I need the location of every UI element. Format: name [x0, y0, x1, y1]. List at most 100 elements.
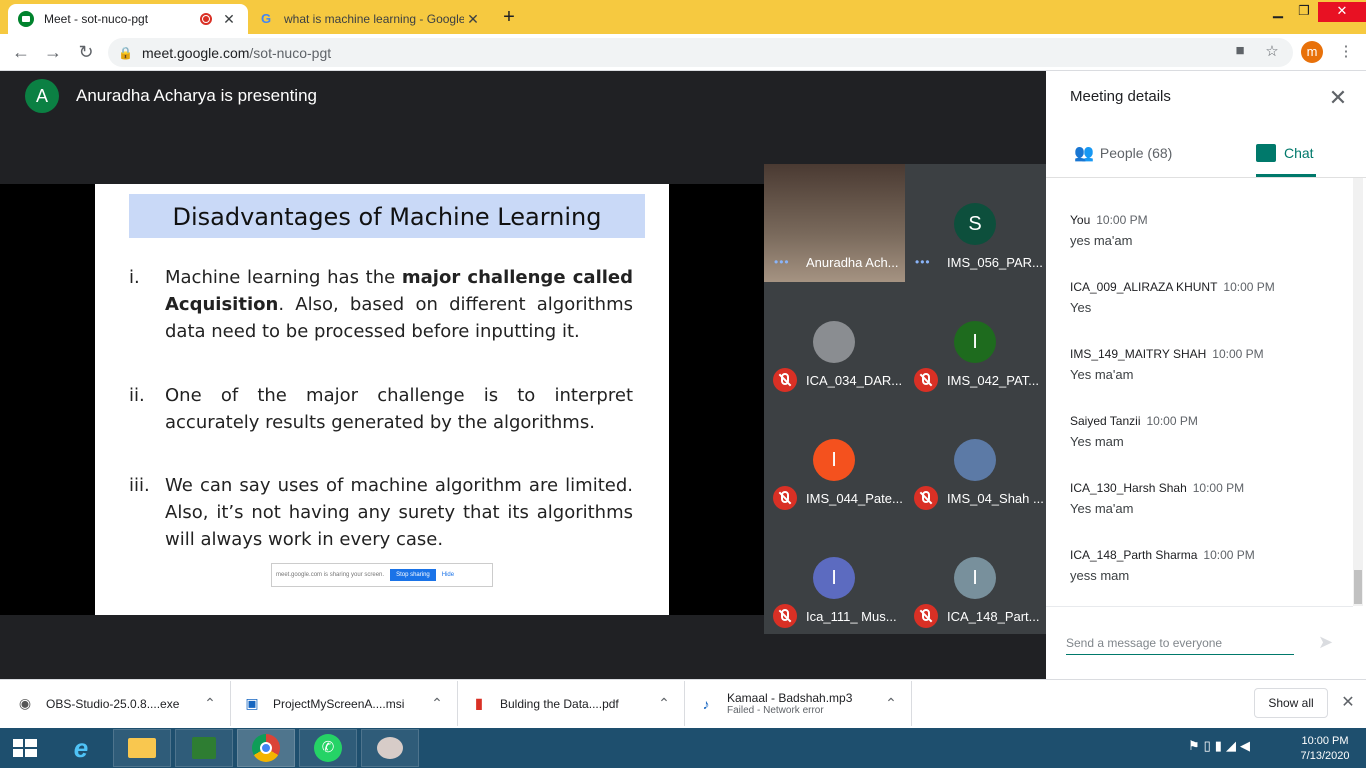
download-name-block: Kamaal - Badshah.mp3 Failed - Network er…: [727, 691, 883, 716]
message-header: ICA_130_Harsh Shah 10:00 PM: [1070, 481, 1340, 495]
participant-tile[interactable]: ICA_034_DAR...: [764, 282, 905, 400]
download-status: Failed - Network error: [727, 705, 824, 716]
message-header: ICA_009_ALIRAZA KHUNT 10:00 PM: [1070, 280, 1340, 294]
message-text: Yes mam: [1070, 434, 1124, 449]
message-header: You 10:00 PM: [1070, 213, 1340, 227]
message-time: 10:00 PM: [1192, 481, 1245, 495]
meet-favicon-icon: [18, 11, 34, 27]
item-number: i.: [129, 267, 140, 288]
reload-button[interactable]: ↻: [73, 40, 99, 66]
sharing-notice-text: meet.google.com is sharing your screen.: [276, 572, 385, 578]
message-header: Saiyed Tanzii 10:00 PM: [1070, 414, 1340, 428]
window-close-button[interactable]: ✕: [1318, 2, 1366, 22]
new-tab-button[interactable]: +: [496, 6, 522, 30]
download-item[interactable]: ▣ ProjectMyScreenA....msi ⌃: [231, 681, 458, 726]
tab-chat-label: Chat: [1284, 145, 1314, 161]
send-icon[interactable]: ➤: [1318, 632, 1333, 653]
download-name: Bulding the Data....pdf: [500, 696, 619, 711]
message-header: IMS_149_MAITRY SHAH 10:00 PM: [1070, 347, 1340, 361]
system-tray-icons[interactable]: ⚑▯▮◢◀: [1188, 738, 1254, 754]
participant-tile[interactable]: I Ica_111_ Mus...: [764, 518, 905, 636]
close-icon[interactable]: ✕: [1326, 86, 1350, 110]
chat-message-input[interactable]: Send a message to everyone: [1066, 636, 1294, 655]
download-item[interactable]: ▮ Bulding the Data....pdf ⌃: [458, 681, 685, 726]
mic-off-icon: [914, 604, 938, 628]
participant-tile[interactable]: I ICA_148_Part...: [905, 518, 1046, 636]
participant-name: ICA_034_DAR...: [806, 373, 903, 388]
scrollbar-thumb[interactable]: [1354, 570, 1362, 604]
participant-tile[interactable]: S ••• IMS_056_PAR...: [905, 164, 1046, 282]
participant-tile[interactable]: ••• Anuradha Ach...: [764, 164, 905, 282]
download-name: OBS-Studio-25.0.8....exe: [46, 696, 180, 711]
item-text: Machine learning has the major challenge…: [165, 264, 633, 345]
store-icon[interactable]: [175, 729, 233, 767]
message-time: 10:00 PM: [1146, 414, 1198, 428]
bookmark-star-icon[interactable]: ☆: [1260, 42, 1284, 64]
tab-meet[interactable]: Meet - sot-nuco-pgt ✕: [8, 4, 248, 34]
presenting-label: Anuradha Acharya is presenting: [76, 86, 317, 105]
close-icon[interactable]: ✕: [1338, 692, 1358, 712]
slide-title: Disadvantages of Machine Learning: [129, 194, 645, 238]
whatsapp-icon[interactable]: ✆: [299, 729, 357, 767]
tab-people[interactable]: 👥 People (68): [1074, 141, 1172, 165]
item-text: One of the major challenge is to interpr…: [165, 385, 633, 433]
back-button[interactable]: ←: [8, 40, 34, 66]
tab-chat[interactable]: Chat: [1256, 141, 1314, 165]
tab-people-label: People (68): [1099, 145, 1173, 161]
stop-sharing-button[interactable]: Stop sharing: [390, 569, 436, 581]
tab-close-icon[interactable]: ✕: [220, 11, 238, 28]
mic-off-icon: [773, 368, 797, 392]
tab-google-search[interactable]: G what is machine learning - Google ✕: [250, 4, 490, 34]
url-path: /sot-nuco-pgt: [249, 44, 332, 61]
paint-icon[interactable]: [361, 729, 419, 767]
audio-file-icon: ♪: [702, 695, 710, 712]
file-explorer-icon[interactable]: [113, 729, 171, 767]
chevron-up-icon[interactable]: ⌃: [656, 695, 672, 712]
pdf-icon: ▮: [475, 695, 483, 711]
tab-title: what is machine learning - Google: [284, 12, 464, 26]
system-clock[interactable]: 10:00 PM 7/13/2020: [1290, 734, 1360, 764]
participant-name: IMS_04_Shah ...: [947, 491, 1044, 506]
chat-scrollbar[interactable]: [1353, 178, 1363, 606]
item-text: We can say uses of machine algorithm are…: [165, 475, 633, 550]
hide-button[interactable]: Hide: [442, 572, 454, 578]
camera-in-use-icon[interactable]: ■: [1228, 42, 1252, 64]
chat-message: ICA_009_ALIRAZA KHUNT 10:00 PM Yes: [1070, 280, 1340, 315]
presenter-avatar: A: [25, 79, 59, 113]
participant-tile[interactable]: I IMS_044_Pate...: [764, 400, 905, 518]
profile-avatar[interactable]: m: [1301, 41, 1323, 63]
lock-icon: 🔒: [118, 45, 133, 60]
message-text: yes ma'am: [1070, 233, 1133, 248]
show-all-button[interactable]: Show all: [1254, 688, 1328, 718]
download-item[interactable]: ◉ OBS-Studio-25.0.8....exe ⌃: [4, 681, 231, 726]
start-button[interactable]: [0, 728, 50, 768]
message-time: 10:00 PM: [1096, 213, 1148, 227]
sharing-notice-bar: meet.google.com is sharing your screen. …: [271, 563, 493, 587]
participant-name: IMS_044_Pate...: [806, 491, 903, 506]
chat-message: IMS_149_MAITRY SHAH 10:00 PM Yes ma'am: [1070, 347, 1340, 382]
message-sender: ICA_009_ALIRAZA KHUNT: [1070, 280, 1218, 294]
chat-message: Saiyed Tanzii 10:00 PM Yes mam: [1070, 414, 1340, 449]
message-text: yess mam: [1070, 568, 1130, 583]
participant-avatar: S: [954, 203, 996, 245]
chevron-up-icon[interactable]: ⌃: [429, 695, 445, 712]
chrome-icon[interactable]: [237, 729, 295, 767]
item-number: ii.: [129, 385, 145, 406]
composer-divider: [1046, 606, 1353, 607]
tab-close-icon[interactable]: ✕: [464, 11, 482, 28]
chevron-up-icon[interactable]: ⌃: [202, 695, 218, 712]
address-bar[interactable]: 🔒 meet.google.com/sot-nuco-pgt: [108, 38, 1293, 67]
internet-explorer-icon[interactable]: e: [52, 729, 110, 767]
participant-tile[interactable]: I IMS_042_PAT...: [905, 282, 1046, 400]
download-item[interactable]: ♪ Kamaal - Badshah.mp3 Failed - Network …: [685, 681, 912, 726]
message-time: 10:00 PM: [1212, 347, 1264, 361]
participant-tile[interactable]: IMS_04_Shah ...: [905, 400, 1046, 518]
participant-avatar: I: [813, 439, 855, 481]
browser-menu-icon[interactable]: ⋮: [1334, 42, 1358, 64]
forward-button[interactable]: →: [40, 40, 66, 66]
participant-avatar: I: [954, 321, 996, 363]
participant-avatar: I: [813, 557, 855, 599]
participant-avatar: I: [954, 557, 996, 599]
chevron-up-icon[interactable]: ⌃: [883, 695, 899, 712]
item-text-part: Machine learning has the: [165, 267, 402, 288]
